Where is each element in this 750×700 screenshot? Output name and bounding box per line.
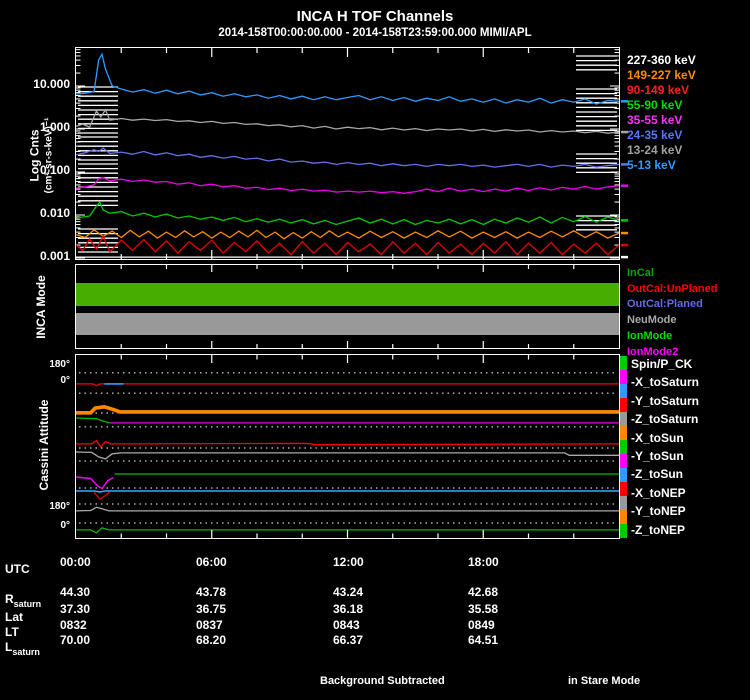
table-cell: 0843 <box>333 618 360 632</box>
table-cell: 37.30 <box>60 602 91 616</box>
attitude-legend-item: -Z_toNEP <box>631 522 685 537</box>
flux-legend-item: 5-13 keV <box>627 158 676 172</box>
flux-legend-item: 90-149 keV <box>627 83 690 97</box>
flux-y-axis-title: Log Cnts (cm²-sr-s-keV)⁻¹ <box>28 96 56 216</box>
attitude-strip-segment <box>620 412 627 426</box>
attitude-y-tick-label: 0° <box>60 375 70 387</box>
attitude-legend-item: -X_toSun <box>631 430 684 445</box>
table-row-label: LT <box>5 625 19 639</box>
table-cell: 36.75 <box>196 602 227 616</box>
attitude-legend-item: -X_toNEP <box>631 485 686 500</box>
attitude-legend-item: -Z_toSaturn <box>631 412 699 427</box>
utc-tick-label: 00:00 <box>60 555 91 569</box>
table-cell: 36.18 <box>333 602 364 616</box>
table-row-label-text: Lat <box>5 610 23 624</box>
page-subtitle: 2014-158T00:00:00.000 - 2014-158T23:59:0… <box>218 27 532 39</box>
table-cell: 35.58 <box>468 602 499 616</box>
table-cell: 68.20 <box>196 633 227 647</box>
mode-legend-item: IonMode2 <box>627 345 679 358</box>
attitude-strip-segment <box>620 482 627 496</box>
stare-mode-note: in Stare Mode <box>568 675 641 687</box>
flux-legend-item: 227-360 keV <box>627 53 696 67</box>
flux-legend-item: 55-90 keV <box>627 98 683 112</box>
attitude-strip-segment <box>620 496 627 510</box>
utc-tick-label: 06:00 <box>196 555 227 569</box>
attitude-legend-item: -X_toSaturn <box>631 375 700 390</box>
flux-chart <box>75 48 628 259</box>
attitude-strip-segment <box>620 426 627 440</box>
flux-legend-item: 35-55 keV <box>627 113 683 127</box>
mode-legend-item: OutCal:UnPlaned <box>627 282 718 295</box>
inca-mode-panel <box>75 264 620 349</box>
utc-tick-label: 12:00 <box>333 555 364 569</box>
attitude-y-tick-label: 0° <box>60 520 70 532</box>
table-row-label: UTC <box>5 562 30 576</box>
flux-legend-item: 24-35 keV <box>627 128 683 142</box>
table-row-label-text: R <box>5 592 14 606</box>
table-row-label: Lat <box>5 610 23 624</box>
table-row-label-text: LT <box>5 625 19 639</box>
table-cell: 64.51 <box>468 633 499 647</box>
flux-panel <box>75 47 628 260</box>
attitude-strip-segment <box>620 524 627 538</box>
attitude-y-tick-label: 180° <box>49 500 70 512</box>
flux-y-tick-label: 1.000 <box>39 120 70 134</box>
table-cell: 42.68 <box>468 585 499 599</box>
attitude-strip-segment <box>620 454 627 468</box>
mode-legend-item: IonMode <box>627 329 673 342</box>
table-cell: 43.24 <box>333 585 364 599</box>
table-row-label-text: UTC <box>5 562 30 576</box>
table-cell: 66.37 <box>333 633 364 647</box>
mode-legend-item: OutCal:Planed <box>627 298 703 311</box>
table-row-label-subscript: saturn <box>13 599 42 609</box>
attitude-chart <box>75 355 620 538</box>
inca-mode-chart <box>76 265 619 348</box>
table-cell: 70.00 <box>60 633 91 647</box>
table-cell: 0837 <box>196 618 223 632</box>
flux-y-tick-label: 10.000 <box>33 77 70 91</box>
page-title: INCA H TOF Channels <box>296 8 454 25</box>
table-cell: 0832 <box>60 618 87 632</box>
attitude-panel <box>75 354 620 539</box>
utc-tick-label: 18:00 <box>468 555 499 569</box>
attitude-legend-item: -Y_toNEP <box>631 504 686 519</box>
attitude-strip-segment <box>620 384 627 398</box>
flux-legend-item: 13-24 keV <box>627 143 683 157</box>
flux-y-tick-label: 0.010 <box>39 206 70 220</box>
attitude-strip-segment <box>620 356 627 370</box>
background-subtracted-note: Background Subtracted <box>320 675 445 687</box>
attitude-y-tick-label: 180° <box>49 358 70 370</box>
mode-legend-item: NeuMode <box>627 314 677 327</box>
flux-legend-item: 149-227 keV <box>627 68 696 82</box>
attitude-strip-segment <box>620 440 627 454</box>
attitude-strip-segment <box>620 370 627 384</box>
inca-plot-window: INCA H TOF Channels 2014-158T00:00:00.00… <box>0 0 750 700</box>
flux-y-tick-label: 0.100 <box>39 163 70 177</box>
mode-y-axis-title: INCA Mode <box>34 275 48 339</box>
table-row-label-subscript: saturn <box>12 647 40 657</box>
attitude-y-axis-title: Cassini Attitude <box>37 399 51 491</box>
table-row-label: Rsaturn <box>5 592 41 609</box>
attitude-strip-segment <box>620 398 627 412</box>
table-cell: 0849 <box>468 618 495 632</box>
mode-legend-item: InCal <box>627 267 654 279</box>
table-cell: 43.78 <box>196 585 227 599</box>
table-row-label: Lsaturn <box>5 640 40 657</box>
attitude-strip-segment <box>620 510 627 524</box>
table-cell: 44.30 <box>60 585 91 599</box>
attitude-legend-item: Spin/P_CK <box>631 357 693 371</box>
attitude-strip-segment <box>620 468 627 482</box>
attitude-legend-item: -Y_toSun <box>631 449 684 463</box>
attitude-legend-item: -Y_toSaturn <box>631 393 700 408</box>
attitude-legend-item: -Z_toSun <box>631 467 683 482</box>
